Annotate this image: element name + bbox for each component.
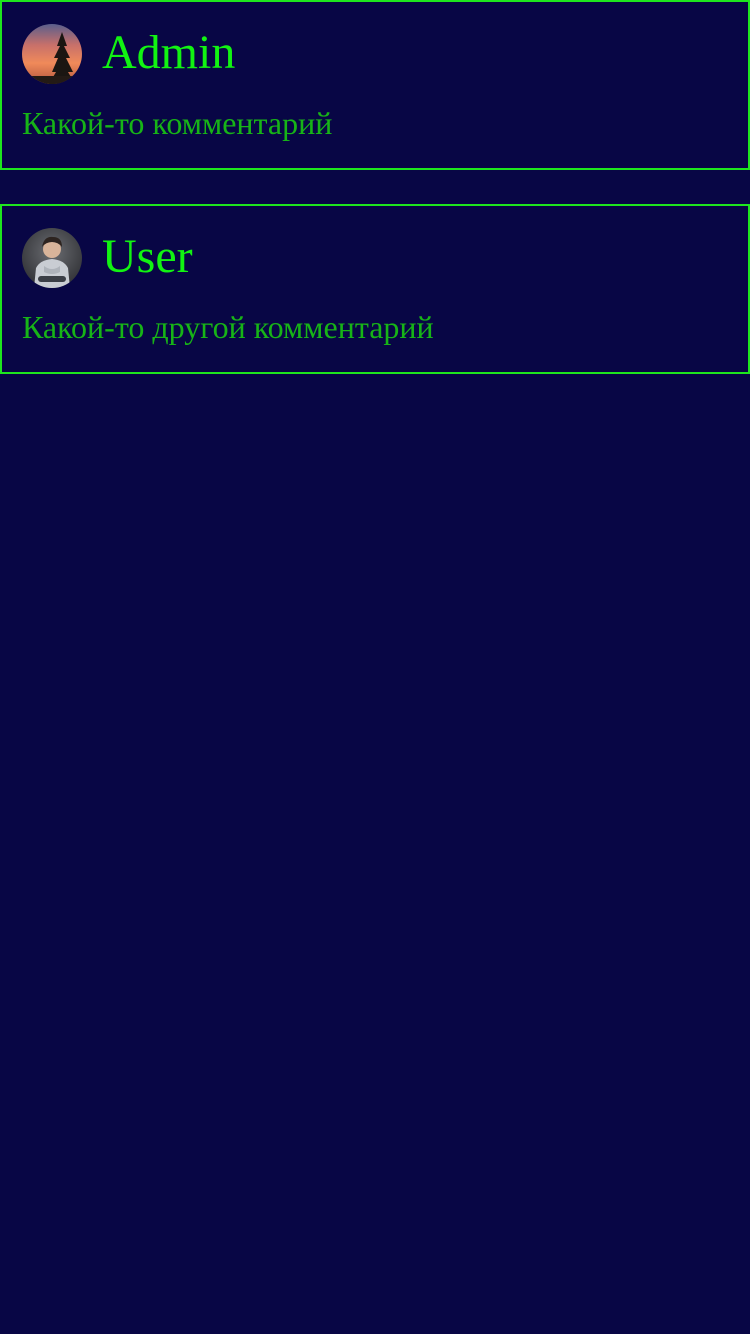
avatar[interactable] — [22, 228, 82, 288]
avatar-person-image — [22, 228, 82, 288]
comment-username: User — [102, 230, 193, 283]
comment-text: Какой-то комментарий — [22, 105, 333, 141]
comment-card: User Какой-то другой комментарий — [0, 204, 750, 374]
comment-card: Admin Какой-то комментарий — [0, 0, 750, 170]
comment-username: Admin — [102, 26, 236, 79]
avatar-sunset-tree-image — [22, 24, 82, 84]
comment-text: Какой-то другой комментарий — [22, 309, 434, 345]
avatar[interactable] — [22, 24, 82, 84]
